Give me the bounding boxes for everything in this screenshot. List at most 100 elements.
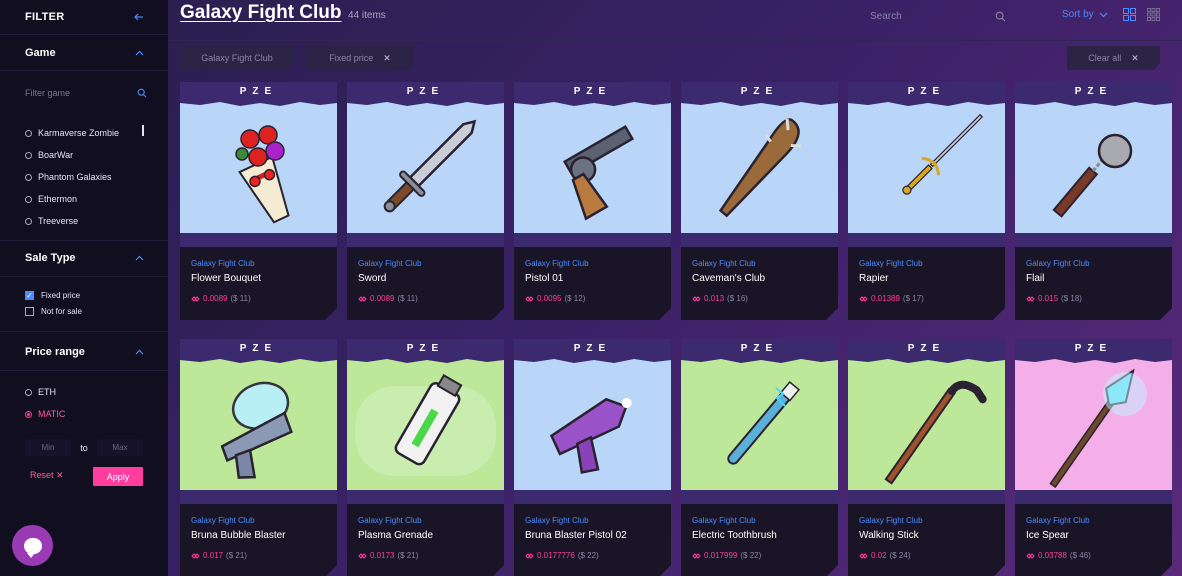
chevron-up-icon[interactable] — [135, 50, 144, 56]
filter-chip-sale-type[interactable]: Fixed price ✕ — [306, 46, 414, 70]
nft-card[interactable]: PZE Galaxy Fight Club Walking Stick 0.02 ($ … — [848, 339, 1005, 576]
sale-type-title: Sale Type — [25, 252, 76, 264]
main-content: Galaxy Fight Club 44 items Search Sort b… — [168, 0, 1182, 576]
radio-selected-icon — [25, 410, 32, 418]
price-usd: ($ 11) — [230, 294, 251, 303]
game-list-scrollbar[interactable] — [142, 125, 144, 136]
card-game-name[interactable]: Galaxy Fight Club — [859, 516, 923, 525]
nft-card[interactable]: PZE Galaxy Fight Club Sword 0.0089 ($ 11) — [347, 82, 504, 320]
card-price: 0.0177776 ($ 22) — [525, 551, 599, 560]
game-option[interactable]: Treeverse — [25, 216, 78, 226]
card-game-name[interactable]: Galaxy Fight Club — [1026, 516, 1090, 525]
brand-badge: PZE — [406, 343, 445, 354]
card-price: 0.0173 ($ 21) — [358, 551, 418, 560]
arrow-left-icon[interactable] — [134, 12, 144, 22]
nft-card[interactable]: PZE Galaxy Fight Club Bruna Blaster Pistol… — [514, 339, 671, 576]
close-icon[interactable]: ✕ — [383, 53, 391, 64]
price-range-title: Price range — [25, 346, 85, 358]
chevron-up-icon[interactable] — [135, 349, 144, 355]
brand-badge: PZE — [1074, 86, 1113, 97]
nft-card[interactable]: PZE Galaxy Fight Club Ice Spear 0.03788 ($ 4… — [1015, 339, 1172, 576]
nft-card[interactable]: PZE Galaxy Fight Club Pistol 01 0.0095 ($ 12… — [514, 82, 671, 320]
card-price: 0.0089 ($ 11) — [191, 294, 251, 303]
card-game-name[interactable]: Galaxy Fight Club — [191, 516, 255, 525]
currency-matic[interactable]: MATIC — [25, 409, 65, 419]
search-icon[interactable] — [995, 11, 1006, 22]
card-price: 0.02 ($ 24) — [859, 551, 910, 560]
matic-token-icon — [191, 552, 200, 560]
chat-button[interactable] — [12, 525, 53, 566]
card-game-name[interactable]: Galaxy Fight Club — [191, 259, 255, 268]
clear-all-button[interactable]: Clear all ✕ — [1067, 46, 1160, 70]
brand-badge: PZE — [740, 86, 779, 97]
chevron-up-icon[interactable] — [135, 255, 144, 261]
card-item-name: Walking Stick — [859, 530, 919, 541]
card-item-name: Plasma Grenade — [358, 530, 434, 541]
currency-eth[interactable]: ETH — [25, 387, 56, 397]
card-game-name[interactable]: Galaxy Fight Club — [358, 516, 422, 525]
matic-token-icon — [692, 295, 701, 303]
max-price-input[interactable]: Max — [96, 439, 143, 456]
item-artwork-image — [514, 99, 671, 238]
price-usd: ($ 17) — [902, 294, 924, 303]
item-artwork-image — [681, 356, 838, 495]
matic-token-icon — [525, 552, 534, 560]
search-icon[interactable] — [137, 88, 147, 98]
brand-badge: PZE — [406, 86, 445, 97]
search-input[interactable]: Search — [870, 6, 1006, 26]
game-option[interactable]: Ethermon — [25, 194, 77, 204]
nft-card[interactable]: PZE Galaxy Fight Club Rapier 0.01389 ($ 17) — [848, 82, 1005, 320]
price-usd: ($ 12) — [564, 294, 586, 303]
price-usd: ($ 16) — [727, 294, 748, 303]
page-title[interactable]: Galaxy Fight Club — [180, 2, 342, 24]
apply-button[interactable]: Apply — [93, 467, 143, 486]
brand-badge: PZE — [573, 343, 612, 354]
nft-card[interactable]: PZE Galaxy Fight Club Electric Toothbrush 0… — [681, 339, 838, 576]
matic-token-icon — [859, 552, 868, 560]
nft-card[interactable]: PZE Galaxy Fight Club Flower Bouquet 0.0089… — [180, 82, 337, 320]
price-range-section-header[interactable]: Price range — [0, 345, 168, 359]
filter-chip-game[interactable]: Galaxy Fight Club — [180, 46, 294, 70]
item-artwork-image — [681, 99, 838, 238]
filter-game-input[interactable]: Filter game — [25, 84, 147, 102]
nft-card[interactable]: PZE Galaxy Fight Club Bruna Bubble Blaster… — [180, 339, 337, 576]
card-price: 0.0089 ($ 11) — [358, 294, 418, 303]
grid-small-view-icon[interactable] — [1147, 8, 1160, 21]
brand-badge: PZE — [239, 343, 278, 354]
nft-card[interactable]: PZE Galaxy Fight Club Plasma Grenade 0.0173… — [347, 339, 504, 576]
nft-card[interactable]: PZE Galaxy Fight Club Flail 0.015 ($ 18) — [1015, 82, 1172, 320]
sale-type-fixed-price[interactable]: ✓ Fixed price — [25, 291, 80, 300]
sale-type-not-for-sale[interactable]: Not for sale — [25, 307, 82, 316]
game-option[interactable]: Karmaverse Zombie — [25, 128, 119, 138]
price-usd: ($ 21) — [226, 551, 247, 560]
sale-type-section-header[interactable]: Sale Type — [0, 251, 168, 265]
price-usd: ($ 22) — [740, 551, 762, 560]
card-item-name: Flower Bouquet — [191, 273, 262, 284]
card-game-name[interactable]: Galaxy Fight Club — [525, 259, 589, 268]
card-game-name[interactable]: Galaxy Fight Club — [859, 259, 923, 268]
grid-large-view-icon[interactable] — [1123, 8, 1136, 21]
sort-by-dropdown[interactable]: Sort by — [1062, 9, 1108, 20]
card-game-name[interactable]: Galaxy Fight Club — [692, 516, 756, 525]
close-icon: ✕ — [1131, 52, 1139, 63]
card-game-name[interactable]: Galaxy Fight Club — [1026, 259, 1090, 268]
game-option[interactable]: Phantom Galaxies — [25, 172, 112, 182]
card-game-name[interactable]: Galaxy Fight Club — [358, 259, 422, 268]
card-game-name[interactable]: Galaxy Fight Club — [692, 259, 756, 268]
price-crypto: 0.0089 — [203, 294, 228, 303]
card-game-name[interactable]: Galaxy Fight Club — [525, 516, 589, 525]
search-placeholder: Search — [870, 10, 902, 22]
card-price: 0.01389 ($ 17) — [859, 294, 924, 303]
game-option[interactable]: BoarWar — [25, 150, 73, 160]
reset-button[interactable]: Reset ✕ — [30, 470, 64, 481]
radio-icon — [25, 129, 32, 137]
game-section-header[interactable]: Game — [0, 46, 168, 60]
radio-icon — [25, 151, 32, 159]
nft-card[interactable]: PZE Galaxy Fight Club Caveman's Club 0.013(… — [681, 82, 838, 320]
price-crypto: 0.0089 — [370, 294, 395, 303]
card-price: 0.017 ($ 21) — [191, 551, 247, 560]
min-price-input[interactable]: Min — [25, 439, 71, 456]
price-crypto: 0.017999 — [704, 551, 738, 560]
checkbox-checked-icon: ✓ — [25, 290, 34, 300]
item-artwork-image — [347, 356, 504, 495]
